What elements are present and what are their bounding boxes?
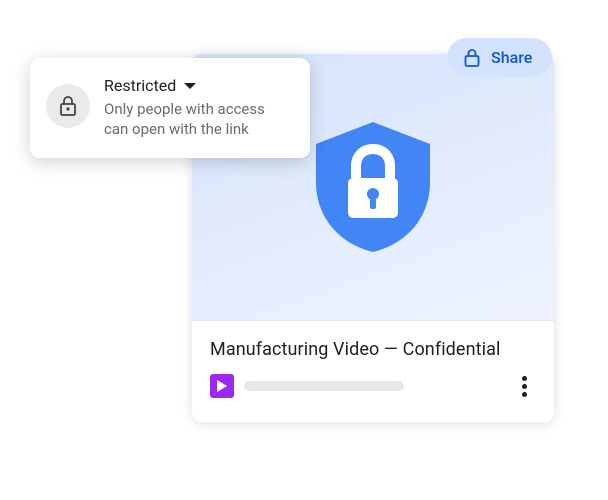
access-level-dropdown[interactable]: Restricted	[104, 76, 292, 95]
more-options-button[interactable]	[512, 374, 536, 398]
popover-lock-circle	[46, 84, 90, 128]
file-meta-row	[210, 374, 536, 398]
access-level-popover: Restricted Only people with access can o…	[30, 58, 310, 158]
chevron-down-icon	[184, 83, 196, 89]
access-level-label: Restricted	[104, 76, 176, 95]
lock-icon	[59, 96, 77, 116]
lock-icon	[463, 49, 481, 67]
share-button-label: Share	[491, 48, 532, 67]
progress-bar	[244, 381, 404, 391]
video-file-icon	[210, 374, 234, 398]
file-title: Manufacturing Video — Confidential	[210, 339, 536, 360]
popover-body: Restricted Only people with access can o…	[104, 76, 292, 140]
file-info-section: Manufacturing Video — Confidential	[192, 320, 554, 412]
access-level-description: Only people with access can open with th…	[104, 99, 292, 140]
shield-lock-icon	[316, 122, 430, 252]
share-button[interactable]: Share	[447, 38, 552, 77]
